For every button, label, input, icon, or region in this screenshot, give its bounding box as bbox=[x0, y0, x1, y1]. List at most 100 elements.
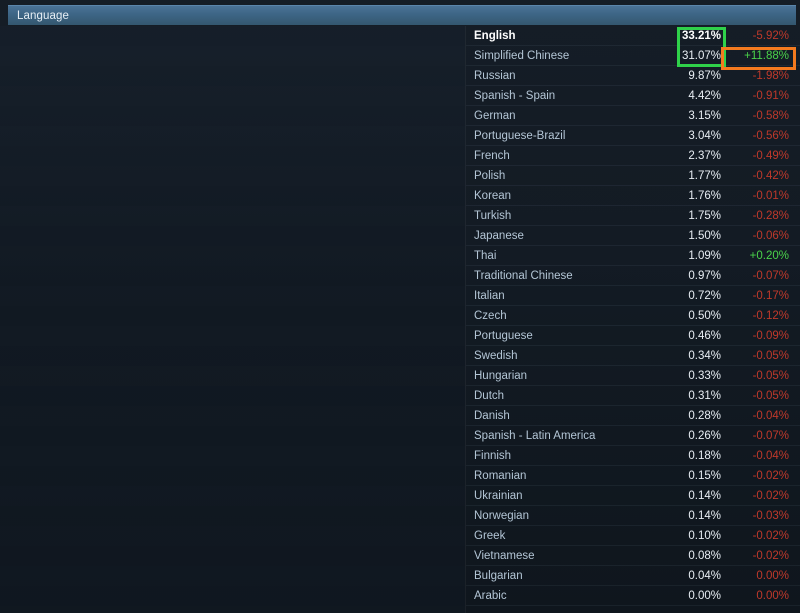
language-share: 1.76% bbox=[688, 189, 721, 202]
table-row[interactable]: Vietnamese 0.08% -0.02% bbox=[466, 546, 800, 566]
table-row[interactable]: Greek 0.10% -0.02% bbox=[466, 526, 800, 546]
table-row[interactable]: Dutch 0.31% -0.05% bbox=[466, 386, 800, 406]
table-row[interactable]: Spanish - Latin America 0.26% -0.07% bbox=[466, 426, 800, 446]
table-row[interactable]: Spanish - Spain 4.42% -0.91% bbox=[466, 86, 800, 106]
table-row[interactable]: Hungarian 0.33% -0.05% bbox=[466, 366, 800, 386]
language-name: Spanish - Spain bbox=[474, 89, 556, 102]
language-share: 33.21% bbox=[681, 29, 721, 42]
language-share: 0.28% bbox=[688, 409, 721, 422]
canvas-band bbox=[0, 206, 465, 226]
table-row[interactable]: Ukrainian 0.14% -0.02% bbox=[466, 486, 800, 506]
language-name: Russian bbox=[474, 69, 516, 82]
language-name: Turkish bbox=[474, 209, 512, 222]
language-name: Czech bbox=[474, 309, 507, 322]
language-share: 31.07% bbox=[681, 49, 721, 62]
language-name: French bbox=[474, 149, 510, 162]
language-share: 0.00% bbox=[688, 589, 721, 602]
language-change: -0.03% bbox=[752, 509, 789, 522]
language-name: Danish bbox=[474, 409, 510, 422]
chart-canvas-area bbox=[0, 26, 465, 613]
table-row[interactable]: Korean 1.76% -0.01% bbox=[466, 186, 800, 206]
language-share: 1.50% bbox=[688, 229, 721, 242]
canvas-band bbox=[0, 366, 465, 386]
language-change: -0.12% bbox=[752, 309, 789, 322]
table-row[interactable]: German 3.15% -0.58% bbox=[466, 106, 800, 126]
canvas-band bbox=[0, 126, 465, 146]
language-name: Hungarian bbox=[474, 369, 528, 382]
language-share: 0.46% bbox=[688, 329, 721, 342]
canvas-band bbox=[0, 566, 465, 586]
language-change: -1.98% bbox=[752, 69, 789, 82]
table-row[interactable]: Romanian 0.15% -0.02% bbox=[466, 466, 800, 486]
language-share: 0.34% bbox=[688, 349, 721, 362]
language-change: -5.92% bbox=[752, 29, 789, 42]
language-name: Portuguese-Brazil bbox=[474, 129, 566, 142]
language-name: Polish bbox=[474, 169, 506, 182]
canvas-band bbox=[0, 86, 465, 106]
language-change: -0.17% bbox=[752, 289, 789, 302]
table-row[interactable]: Arabic 0.00% 0.00% bbox=[466, 586, 800, 606]
table-row[interactable]: Russian 9.87% -1.98% bbox=[466, 66, 800, 86]
language-share: 0.14% bbox=[688, 509, 721, 522]
language-change: -0.01% bbox=[752, 189, 789, 202]
language-name: Romanian bbox=[474, 469, 527, 482]
language-change: -0.28% bbox=[752, 209, 789, 222]
canvas-band bbox=[0, 166, 465, 186]
language-change: -0.07% bbox=[752, 429, 789, 442]
table-row[interactable]: Finnish 0.18% -0.04% bbox=[466, 446, 800, 466]
canvas-band bbox=[0, 446, 465, 466]
table-row[interactable]: Italian 0.72% -0.17% bbox=[466, 286, 800, 306]
canvas-band bbox=[0, 326, 465, 346]
language-share: 0.04% bbox=[688, 569, 721, 582]
language-change: -0.42% bbox=[752, 169, 789, 182]
language-change: -0.49% bbox=[752, 149, 789, 162]
language-share: 0.97% bbox=[688, 269, 721, 282]
table-row[interactable]: Norwegian 0.14% -0.03% bbox=[466, 506, 800, 526]
table-row[interactable]: French 2.37% -0.49% bbox=[466, 146, 800, 166]
language-change: -0.04% bbox=[752, 409, 789, 422]
table-row[interactable]: Swedish 0.34% -0.05% bbox=[466, 346, 800, 366]
language-share: 2.37% bbox=[688, 149, 721, 162]
language-name: Korean bbox=[474, 189, 512, 202]
table-row[interactable]: Portuguese 0.46% -0.09% bbox=[466, 326, 800, 346]
language-name: Arabic bbox=[474, 589, 507, 602]
language-change: +0.20% bbox=[749, 249, 789, 262]
table-row[interactable]: Czech 0.50% -0.12% bbox=[466, 306, 800, 326]
table-row[interactable]: Bulgarian 0.04% 0.00% bbox=[466, 566, 800, 586]
language-name: Bulgarian bbox=[474, 569, 523, 582]
language-name: Thai bbox=[474, 249, 497, 262]
table-row[interactable]: Polish 1.77% -0.42% bbox=[466, 166, 800, 186]
table-row[interactable]: Japanese 1.50% -0.06% bbox=[466, 226, 800, 246]
language-change: -0.02% bbox=[752, 469, 789, 482]
table-row[interactable]: Simplified Chinese 31.07% +11.88% bbox=[466, 46, 800, 66]
language-stats-panel: Language English 33.21% -5.92% Simplified C… bbox=[0, 0, 800, 613]
table-row[interactable]: English 33.21% -5.92% bbox=[466, 26, 800, 46]
language-name: Dutch bbox=[474, 389, 505, 402]
language-change: -0.02% bbox=[752, 549, 789, 562]
table-row[interactable]: Thai 1.09% +0.20% bbox=[466, 246, 800, 266]
table-row[interactable]: Traditional Chinese 0.97% -0.07% bbox=[466, 266, 800, 286]
language-name: Greek bbox=[474, 529, 506, 542]
table-row[interactable]: Danish 0.28% -0.04% bbox=[466, 406, 800, 426]
language-table: English 33.21% -5.92% Simplified Chinese 31.… bbox=[465, 26, 800, 613]
language-change: -0.02% bbox=[752, 529, 789, 542]
language-share: 0.14% bbox=[688, 489, 721, 502]
language-change: +11.88% bbox=[744, 49, 789, 62]
language-change: -0.58% bbox=[752, 109, 789, 122]
language-change: -0.05% bbox=[752, 389, 789, 402]
canvas-band bbox=[0, 526, 465, 546]
language-share: 0.50% bbox=[688, 309, 721, 322]
table-row[interactable]: Turkish 1.75% -0.28% bbox=[466, 206, 800, 226]
language-change: -0.02% bbox=[752, 489, 789, 502]
language-change: -0.56% bbox=[752, 129, 789, 142]
language-share: 0.10% bbox=[688, 529, 721, 542]
language-share: 0.72% bbox=[688, 289, 721, 302]
table-row[interactable]: Portuguese-Brazil 3.04% -0.56% bbox=[466, 126, 800, 146]
language-share: 3.04% bbox=[688, 129, 721, 142]
language-share: 4.42% bbox=[688, 89, 721, 102]
language-name: Vietnamese bbox=[474, 549, 535, 562]
language-share: 0.15% bbox=[688, 469, 721, 482]
language-change: -0.05% bbox=[752, 369, 789, 382]
language-share: 1.75% bbox=[688, 209, 721, 222]
language-change: -0.91% bbox=[752, 89, 789, 102]
